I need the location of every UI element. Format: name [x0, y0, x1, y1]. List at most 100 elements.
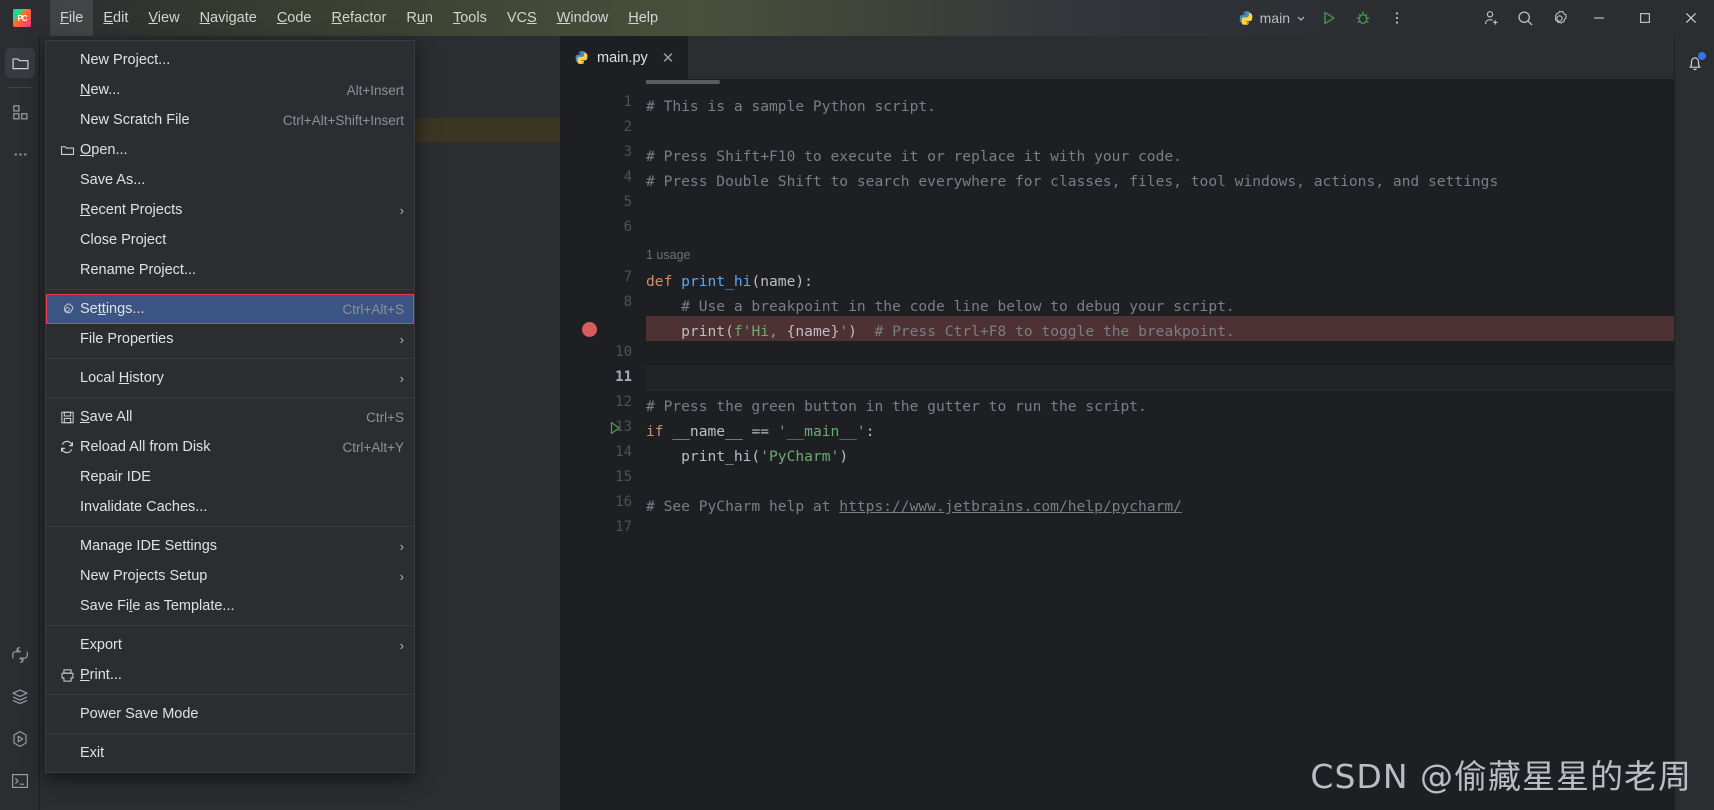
maximize-button[interactable] — [1622, 0, 1668, 36]
menu-item-repair-ide[interactable]: Repair IDE — [46, 462, 414, 492]
search-button[interactable] — [1508, 1, 1542, 35]
inlay-usage-hint[interactable]: 1 usage — [646, 248, 690, 262]
menu-view[interactable]: View — [138, 0, 189, 36]
sidebar-item-terminal[interactable] — [0, 760, 40, 802]
editor-tab-main-py[interactable]: main.py ✕ — [560, 36, 689, 79]
menu-item-new[interactable]: New... Alt+Insert — [46, 75, 414, 105]
debug-button[interactable] — [1346, 1, 1380, 35]
sidebar-item-database[interactable] — [0, 676, 40, 718]
menu-item-label: Settings... — [80, 301, 145, 317]
menu-item-label: Manage IDE Settings — [80, 538, 218, 554]
submenu-chevron-icon: › — [399, 568, 404, 584]
menu-item-label: Open... — [80, 142, 128, 158]
line-number: 1 — [623, 94, 632, 110]
run-button[interactable] — [1312, 1, 1346, 35]
menu-separator — [46, 289, 414, 290]
menu-item-label: Save All — [80, 409, 133, 425]
menu-item-save-as[interactable]: Save As... — [46, 165, 414, 195]
chevron-down-icon — [1297, 16, 1305, 21]
menu-item-open[interactable]: Open... — [46, 135, 414, 165]
menu-help[interactable]: Help — [618, 0, 668, 36]
menu-tools[interactable]: Tools — [443, 0, 497, 36]
editor-gutter[interactable]: 1 2 3 4 5 6 7 8 10 11 12 13 14 15 16 17 — [560, 80, 646, 810]
more-actions-button[interactable] — [1380, 1, 1414, 35]
menu-item-invalidate-caches[interactable]: Invalidate Caches... — [46, 492, 414, 522]
sidebar-item-structure[interactable] — [0, 91, 40, 133]
sidebar-item-project[interactable] — [0, 42, 40, 84]
menu-item-file-properties[interactable]: File Properties › — [46, 324, 414, 354]
menu-item-rename-project[interactable]: Rename Project... — [46, 255, 414, 285]
run-configuration-selector[interactable]: main — [1232, 5, 1312, 31]
code-line[interactable]: # This is a sample Python script. — [646, 94, 936, 119]
editor-tab-bar: main.py ✕ — [560, 36, 1714, 80]
menu-item-new-project[interactable]: New Project... — [46, 45, 414, 75]
settings-gear-icon — [1554, 10, 1567, 24]
maximize-icon — [1639, 12, 1651, 24]
project-folder-icon — [11, 57, 29, 69]
python-icon — [1239, 11, 1252, 25]
menu-file[interactable]: File — [50, 0, 94, 36]
database-layers-icon — [12, 689, 28, 705]
menu-item-save-file-as-template[interactable]: Save File as Template... — [46, 591, 414, 621]
menu-code[interactable]: Code — [267, 0, 322, 36]
structure-icon — [12, 104, 27, 119]
python-icon — [575, 51, 588, 64]
close-tab-icon[interactable]: ✕ — [662, 49, 675, 67]
run-icon — [1324, 11, 1335, 25]
code-line[interactable]: # See PyCharm help at https://www.jetbra… — [646, 494, 1182, 519]
menu-item-power-save-mode[interactable]: Power Save Mode — [46, 699, 414, 729]
menu-item-save-all[interactable]: Save All Ctrl+S — [46, 402, 414, 432]
menu-item-settings[interactable]: Settings... Ctrl+Alt+S — [46, 294, 414, 324]
pycharm-logo-glyph: PC — [13, 9, 31, 27]
menu-item-label: Close Project — [80, 232, 167, 248]
file-menu-dropdown: New Project... New... Alt+Insert New Scratc… — [45, 40, 415, 773]
code-line[interactable]: print_hi('PyCharm') — [646, 444, 848, 469]
run-gutter-icon[interactable] — [608, 420, 622, 439]
menu-window[interactable]: Window — [547, 0, 619, 36]
menu-vcs[interactable]: VCS — [497, 0, 547, 36]
notifications-button[interactable] — [1675, 40, 1714, 86]
more-vertical-icon — [1395, 12, 1399, 24]
menu-item-shortcut: Ctrl+S — [366, 409, 404, 425]
menu-item-print[interactable]: Print... — [46, 660, 414, 690]
settings-button[interactable] — [1542, 1, 1576, 35]
code-editor[interactable]: 1 2 3 4 5 6 7 8 10 11 12 13 14 15 16 17 # This is a sam… — [560, 80, 1714, 810]
menu-item-local-history[interactable]: Local History › — [46, 363, 414, 393]
minimize-icon — [1594, 17, 1604, 19]
code-line[interactable]: print(f'Hi, {name}') # Press Ctrl+F8 to … — [646, 319, 1235, 344]
menu-item-manage-ide-settings[interactable]: Manage IDE Settings › — [46, 531, 414, 561]
sidebar-item-run[interactable] — [0, 718, 40, 760]
submenu-chevron-icon: › — [399, 538, 404, 554]
minimize-button[interactable] — [1576, 0, 1622, 36]
menu-item-close-project[interactable]: Close Project — [46, 225, 414, 255]
menu-item-exit[interactable]: Exit — [46, 738, 414, 768]
code-line[interactable]: def print_hi(name): — [646, 269, 813, 294]
code-line[interactable]: # Use a breakpoint in the code line belo… — [646, 294, 1235, 319]
project-selected-row[interactable] — [414, 118, 560, 142]
line-number: 7 — [623, 269, 632, 285]
menu-item-reload-all-from-disk[interactable]: Reload All from Disk Ctrl+Alt+Y — [46, 432, 414, 462]
menu-navigate[interactable]: Navigate — [190, 0, 267, 36]
sidebar-item-more[interactable] — [0, 133, 40, 175]
code-content[interactable]: # This is a sample Python script. # Press… — [646, 80, 1714, 810]
menu-item-export[interactable]: Export › — [46, 630, 414, 660]
close-button[interactable] — [1668, 0, 1714, 36]
main-menu-bar: File Edit View Navigate Code Refactor Run Tools… — [50, 0, 668, 36]
code-line[interactable]: # Press the green button in the gutter t… — [646, 394, 1147, 419]
add-user-button[interactable] — [1474, 1, 1508, 35]
project-icon-wrap — [5, 48, 35, 78]
menu-item-recent-projects[interactable]: Recent Projects › — [46, 195, 414, 225]
menu-item-label: Reload All from Disk — [80, 439, 211, 455]
code-line[interactable]: # Press Double Shift to search everywher… — [646, 169, 1498, 194]
menu-item-new-projects-setup[interactable]: New Projects Setup › — [46, 561, 414, 591]
code-line[interactable]: # Press Shift+F10 to execute it or repla… — [646, 144, 1182, 169]
menu-item-new-scratch-file[interactable]: New Scratch File Ctrl+Alt+Shift+Insert — [46, 105, 414, 135]
breakpoint-icon[interactable] — [582, 322, 597, 337]
menu-item-shortcut: Ctrl+Alt+S — [342, 301, 404, 317]
add-user-icon — [1484, 10, 1497, 25]
menu-run[interactable]: Run — [396, 0, 443, 36]
menu-refactor[interactable]: Refactor — [322, 0, 397, 36]
menu-edit[interactable]: Edit — [93, 0, 138, 36]
sidebar-item-python-console[interactable] — [0, 634, 40, 676]
code-line[interactable]: if __name__ == '__main__': — [646, 419, 874, 444]
